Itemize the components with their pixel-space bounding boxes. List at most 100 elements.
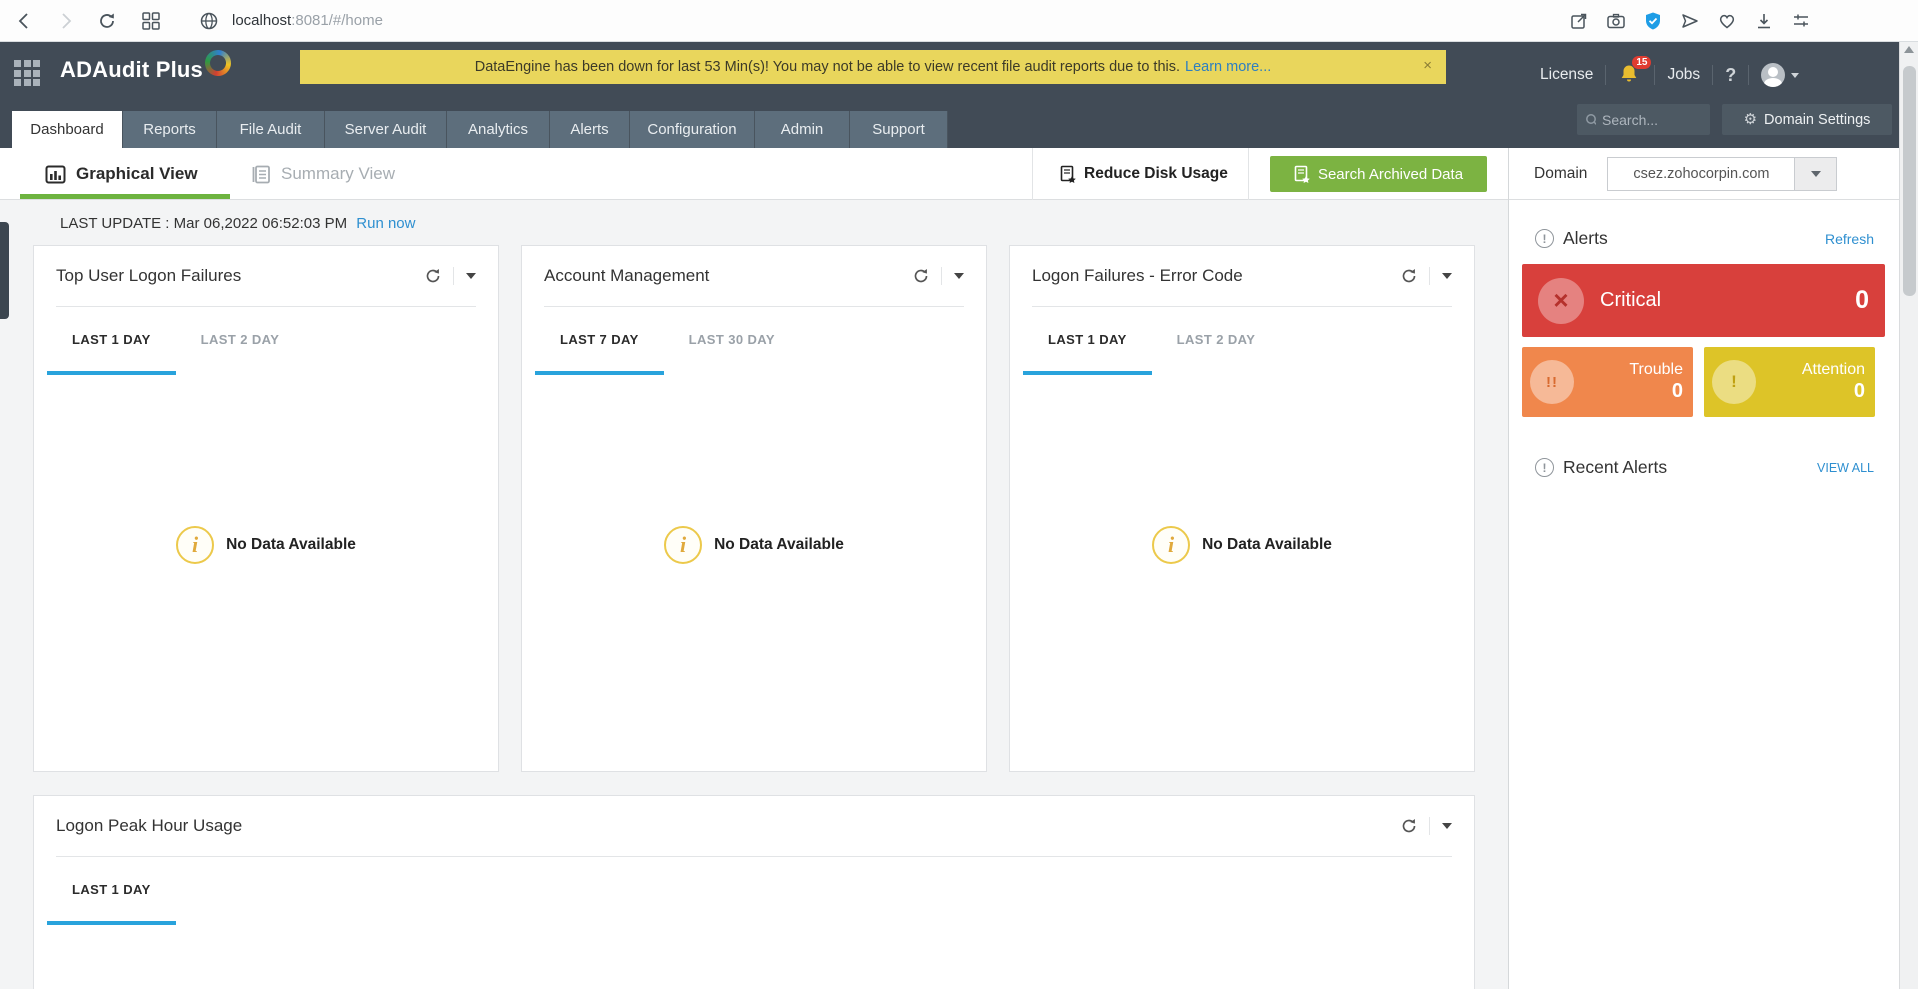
reduce-disk-usage-button[interactable]: Reduce Disk Usage: [1060, 148, 1228, 200]
screenshot-camera-icon[interactable]: [1603, 8, 1629, 34]
critical-alerts-card[interactable]: × Critical 0: [1522, 264, 1885, 337]
scroll-up-icon[interactable]: [1904, 46, 1914, 53]
no-data-text: No Data Available: [714, 536, 844, 554]
widget-menu-caret-icon[interactable]: [1442, 823, 1452, 829]
alert-circle-icon: !: [1535, 458, 1554, 477]
help-icon[interactable]: ?: [1725, 65, 1736, 86]
reduce-disk-usage-label: Reduce Disk Usage: [1084, 165, 1228, 183]
tab-last-1-day[interactable]: LAST 1 DAY: [1023, 307, 1152, 375]
alerts-sidebar: ! Alerts Refresh × Critical 0 !! Trouble…: [1508, 200, 1898, 989]
summary-view-toggle[interactable]: Summary View: [252, 148, 395, 200]
attention-alerts-card[interactable]: ! Attention 0: [1704, 347, 1875, 417]
widget-menu-caret-icon[interactable]: [1442, 273, 1452, 279]
attention-count: 0: [1756, 380, 1865, 403]
tab-last-7-day[interactable]: LAST 7 DAY: [535, 307, 664, 375]
alert-circle-icon: !: [1535, 229, 1554, 248]
brand-logo: ADAudit Plus: [60, 57, 231, 83]
widget-empty-state: i No Data Available: [522, 375, 986, 715]
widget-logon-peak-hour-usage: Logon Peak Hour Usage LAST 1 DAY: [33, 795, 1475, 989]
dashboard-main: LAST UPDATE : Mar 06,2022 06:52:03 PM Ru…: [0, 200, 1508, 989]
graphical-view-toggle[interactable]: Graphical View: [45, 148, 198, 200]
learn-more-link[interactable]: Learn more...: [1185, 59, 1271, 75]
tab-last-2-day[interactable]: LAST 2 DAY: [176, 307, 305, 375]
tab-configuration[interactable]: Configuration: [630, 111, 755, 148]
send-icon[interactable]: [1677, 8, 1703, 34]
tab-file-audit[interactable]: File Audit: [217, 111, 325, 148]
domain-settings-button[interactable]: ⚙ Domain Settings: [1722, 104, 1892, 135]
widget-title: Logon Failures - Error Code: [1032, 266, 1401, 286]
brand-name: ADAudit Plus: [60, 57, 203, 83]
widget-account-management: Account Management LAST 7 DAY LAST 30 DA…: [521, 245, 987, 772]
archive-search-icon: [1294, 165, 1310, 183]
summary-list-icon: [252, 165, 271, 184]
widget-period-tabs: LAST 1 DAY LAST 2 DAY: [34, 307, 498, 375]
search-archived-data-button[interactable]: Search Archived Data: [1270, 156, 1487, 192]
url-host: localhost: [232, 12, 291, 29]
shield-check-icon[interactable]: [1640, 8, 1666, 34]
download-icon[interactable]: [1751, 8, 1777, 34]
tab-alerts[interactable]: Alerts: [550, 111, 630, 148]
side-panel-handle[interactable]: [0, 222, 9, 319]
favorite-heart-icon[interactable]: [1714, 8, 1740, 34]
view-all-link[interactable]: VIEW ALL: [1817, 461, 1874, 475]
notifications-bell-icon[interactable]: 15: [1618, 63, 1642, 87]
widget-row: Top User Logon Failures LAST 1 DAY LAST …: [33, 245, 1508, 772]
tab-last-1-day[interactable]: LAST 1 DAY: [47, 307, 176, 375]
tab-analytics[interactable]: Analytics: [447, 111, 550, 148]
domain-select[interactable]: csez.zohocorpin.com: [1607, 157, 1795, 191]
widget-period-tabs: LAST 7 DAY LAST 30 DAY: [522, 307, 986, 375]
no-data-text: No Data Available: [1202, 536, 1332, 554]
page-scrollbar[interactable]: [1899, 42, 1918, 989]
refresh-icon[interactable]: [1401, 268, 1417, 284]
info-icon: i: [1152, 526, 1190, 564]
tab-last-2-day[interactable]: LAST 2 DAY: [1152, 307, 1281, 375]
back-icon[interactable]: [12, 8, 38, 34]
reload-icon[interactable]: [94, 8, 120, 34]
attention-label: Attention: [1756, 361, 1865, 379]
widget-menu-caret-icon[interactable]: [954, 273, 964, 279]
refresh-icon[interactable]: [425, 268, 441, 284]
alerts-refresh-link[interactable]: Refresh: [1825, 231, 1874, 247]
trouble-alerts-card[interactable]: !! Trouble 0: [1522, 347, 1693, 417]
user-menu[interactable]: [1761, 63, 1799, 87]
global-search[interactable]: [1577, 104, 1710, 135]
speed-dial-icon[interactable]: [138, 8, 164, 34]
license-link[interactable]: License: [1540, 66, 1593, 84]
tab-admin[interactable]: Admin: [755, 111, 850, 148]
widget-menu-caret-icon[interactable]: [466, 273, 476, 279]
jobs-link[interactable]: Jobs: [1667, 66, 1700, 84]
scrollbar-thumb[interactable]: [1903, 66, 1916, 296]
share-pin-icon[interactable]: [1566, 8, 1592, 34]
tab-last-1-day[interactable]: LAST 1 DAY: [47, 857, 176, 925]
refresh-icon[interactable]: [913, 268, 929, 284]
domain-label: Domain: [1534, 165, 1587, 183]
chevron-down-icon: [1811, 171, 1821, 177]
domain-settings-label: Domain Settings: [1764, 112, 1870, 128]
tab-last-30-day[interactable]: LAST 30 DAY: [664, 307, 800, 375]
bell-badge: 15: [1632, 56, 1651, 69]
tab-server-audit[interactable]: Server Audit: [325, 111, 447, 148]
search-input[interactable]: [1602, 112, 1702, 128]
browser-actions: [1566, 0, 1814, 42]
view-toolbar: Graphical View Summary View Reduce Disk …: [0, 148, 1918, 200]
widget-empty-state: i No Data Available: [1010, 375, 1474, 715]
domain-select-caret[interactable]: [1795, 157, 1837, 191]
forward-icon[interactable]: [52, 8, 78, 34]
run-now-link[interactable]: Run now: [356, 215, 415, 232]
widget-empty-state: i No Data Available: [34, 375, 498, 715]
critical-count: 0: [1855, 286, 1869, 315]
url-path: :8081/#/home: [291, 12, 383, 29]
tab-support[interactable]: Support: [850, 111, 948, 148]
banner-close-icon[interactable]: ×: [1423, 57, 1432, 74]
widget-period-tabs: LAST 1 DAY LAST 2 DAY: [1010, 307, 1474, 375]
settings-sliders-icon[interactable]: [1788, 8, 1814, 34]
refresh-icon[interactable]: [1401, 818, 1417, 834]
tab-reports[interactable]: Reports: [123, 111, 217, 148]
apps-grid-icon[interactable]: [14, 60, 42, 88]
info-icon: i: [664, 526, 702, 564]
url-bar[interactable]: localhost:8081/#/home: [232, 12, 383, 29]
recent-alerts-title: Recent Alerts: [1563, 457, 1817, 478]
bar-chart-icon: [45, 165, 66, 184]
tab-dashboard[interactable]: Dashboard: [12, 111, 123, 148]
browser-window: localhost:8081/#/home ADAudit Plus: [0, 0, 1918, 989]
